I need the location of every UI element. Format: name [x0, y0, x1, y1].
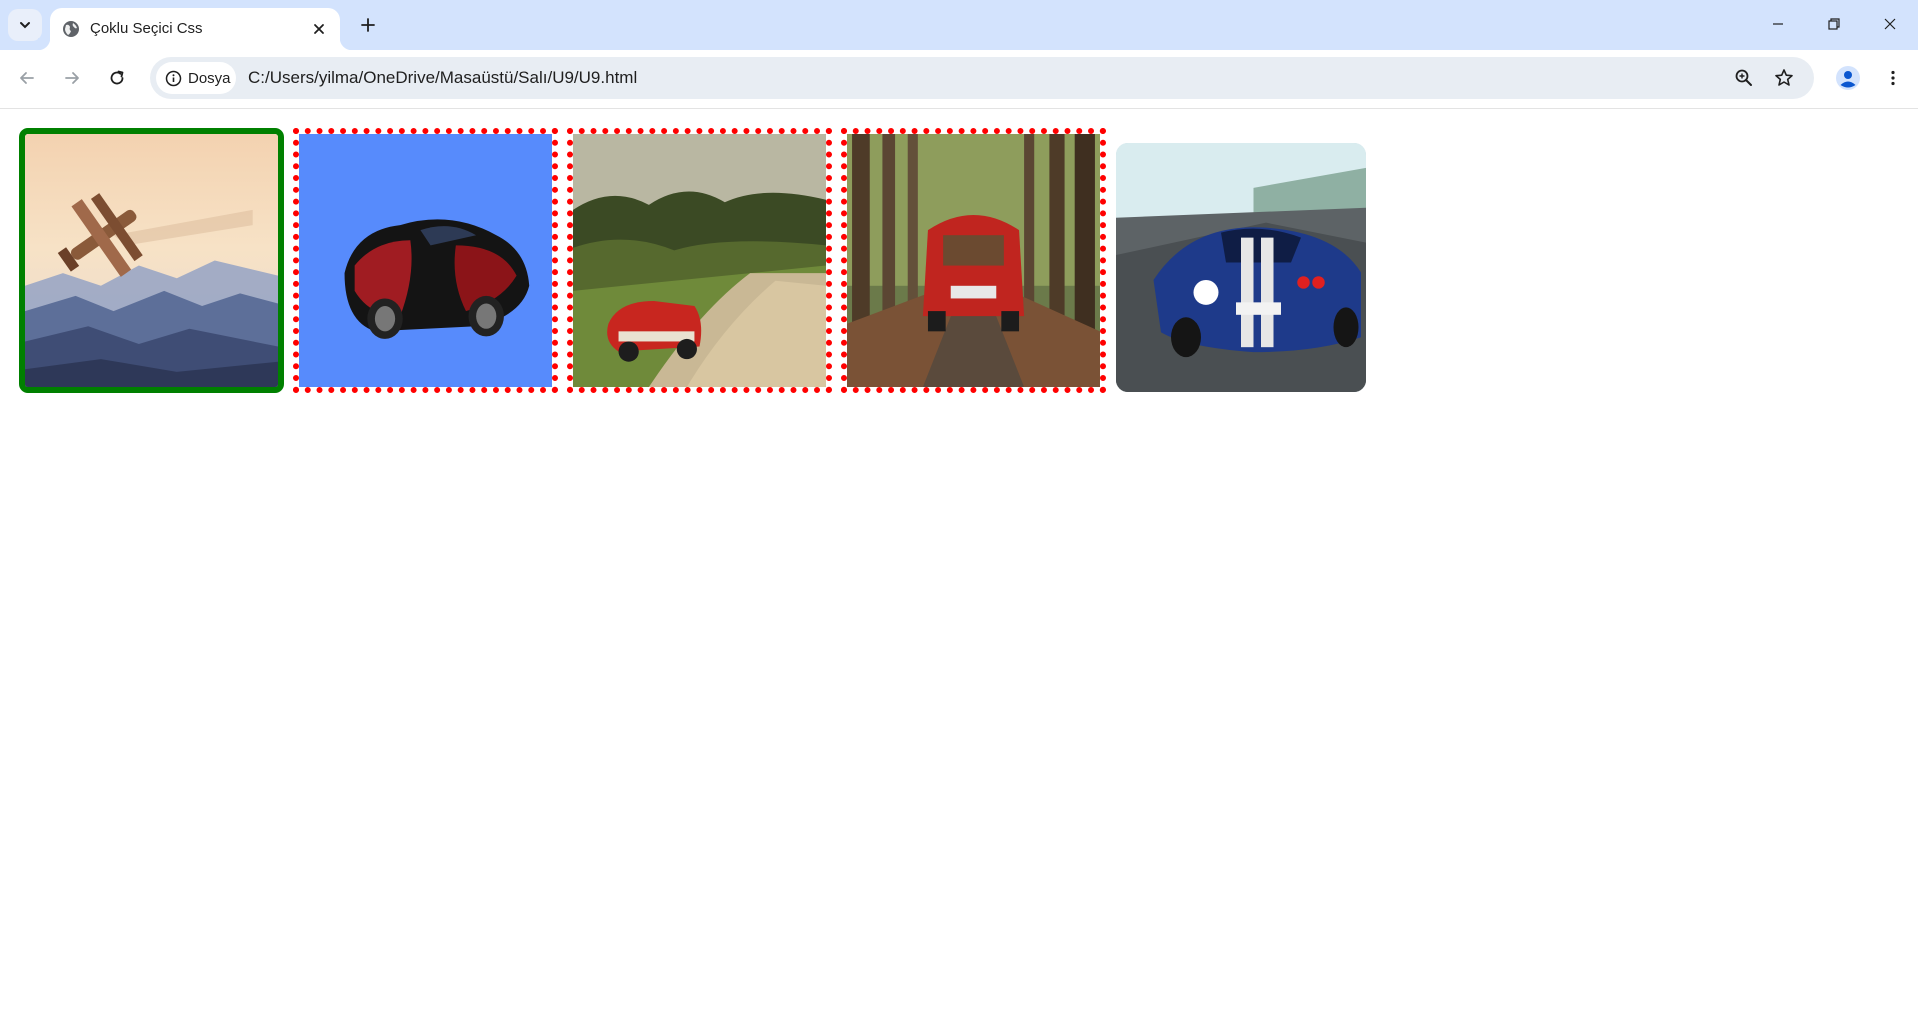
restore-button[interactable] [1806, 0, 1862, 48]
close-icon [314, 24, 324, 34]
image-gallery [0, 109, 1918, 1017]
kebab-menu-icon [1891, 70, 1895, 86]
site-info-chip[interactable]: Dosya [156, 62, 236, 94]
address-bar[interactable]: Dosya C:/Users/yilma/OneDrive/Masaüstü/S… [150, 57, 1814, 99]
close-icon [1884, 18, 1896, 30]
profile-icon [1836, 66, 1860, 90]
tab-title: Çoklu Seçici Css [90, 20, 203, 37]
minimize-icon [1773, 23, 1783, 25]
forward-arrow-icon [65, 72, 79, 84]
chevron-down-icon [20, 22, 30, 29]
site-chip-label: Dosya [188, 69, 231, 87]
zoom-button[interactable] [1732, 66, 1756, 90]
plus-icon [361, 18, 375, 32]
close-tab-button[interactable] [308, 18, 330, 40]
race-car-picture [1116, 143, 1366, 392]
convertible-car-picture [573, 134, 826, 387]
active-tab[interactable]: Çoklu Seçici Css [38, 8, 352, 50]
menu-button[interactable] [1876, 61, 1910, 95]
restore-icon [1828, 18, 1840, 30]
race-car-image[interactable] [1116, 143, 1366, 392]
back-arrow-icon [20, 72, 34, 84]
minimize-button[interactable] [1750, 0, 1806, 48]
new-tab-button[interactable] [352, 9, 384, 41]
tab-search-button[interactable] [8, 9, 42, 41]
info-icon [165, 70, 182, 86]
browser-toolbar: Dosya C:/Users/yilma/OneDrive/Masaüstü/S… [0, 50, 1918, 109]
biplane-picture [25, 134, 278, 387]
globe-icon [63, 21, 79, 37]
forward-button[interactable] [55, 61, 89, 95]
zoom-icon [1735, 69, 1752, 86]
forest-car-image[interactable] [841, 128, 1106, 393]
reload-icon [110, 70, 124, 85]
reload-button[interactable] [100, 61, 134, 95]
bookmark-button[interactable] [1772, 66, 1796, 90]
back-button[interactable] [10, 61, 44, 95]
sports-car-image[interactable] [293, 128, 558, 393]
sports-car-picture [299, 134, 552, 387]
url-text[interactable]: C:/Users/yilma/OneDrive/Masaüstü/Salı/U9… [248, 68, 637, 88]
close-window-button[interactable] [1862, 0, 1918, 48]
profile-button[interactable] [1831, 61, 1865, 95]
tab-strip: Çoklu Seçici Css [0, 0, 1918, 50]
star-icon [1775, 69, 1793, 86]
forest-car-picture [847, 134, 1100, 387]
convertible-car-image[interactable] [567, 128, 832, 393]
biplane-image[interactable] [19, 128, 284, 393]
